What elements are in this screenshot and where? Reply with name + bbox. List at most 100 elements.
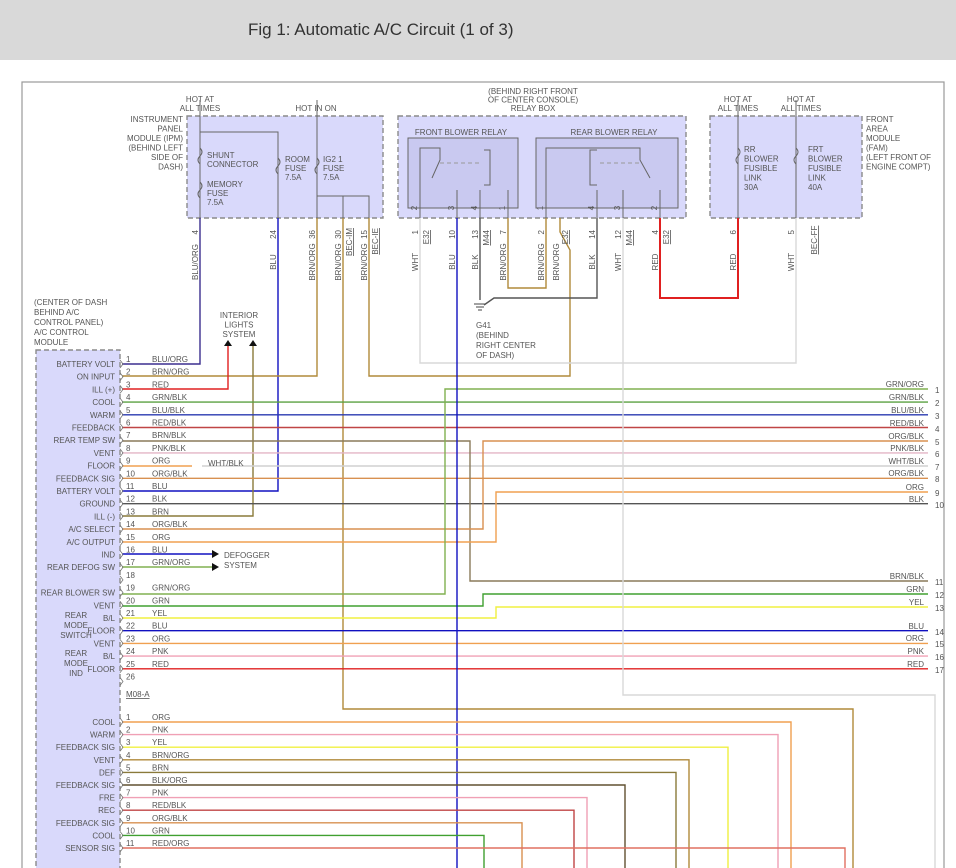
module-pin-function-label: IND — [101, 551, 115, 560]
module-pin-number: 20 — [126, 596, 135, 605]
rr-fusible-link-label: FUSIBLE — [744, 164, 777, 173]
module-connector-mark — [119, 562, 124, 572]
relay-wire-color-label: WHT — [411, 253, 420, 271]
module-connector-mark — [119, 780, 124, 790]
module-connector-mark — [119, 588, 124, 597]
rear-mode-ind-label: IND — [69, 669, 83, 678]
module-pin-number: 2 — [126, 726, 131, 735]
module-wire-color-label: RED/BLK — [152, 801, 187, 810]
relay-connector-label: E32 — [422, 229, 431, 244]
ig2-fuse-label: FUSE — [323, 164, 344, 173]
module-pin-function-label: WARM — [90, 731, 115, 740]
module-wire-color-label: BRN — [152, 507, 169, 516]
module-pin-function-label: B/L — [103, 614, 116, 623]
module-wire-color-label: BLK/ORG — [152, 776, 188, 785]
module-pin-number: 16 — [126, 546, 135, 555]
module-pin-function-label: FRE — [99, 794, 115, 803]
fam-name-label: (FAM) — [866, 144, 888, 153]
module-pin-function-label: A/C SELECT — [68, 525, 115, 534]
frt-fusible-link-label: LINK — [808, 174, 826, 183]
ac-control-module-label: CONTROL PANEL) — [34, 318, 104, 327]
ipm-wire-color-label: BLU/ORG — [191, 244, 200, 280]
ipm-wire-color-label: BRN/ORG — [334, 243, 343, 280]
module-wire-color-label: YEL — [152, 609, 168, 618]
module-wire-color-label: PNK/BLK — [152, 444, 186, 453]
module-pin-number: 9 — [126, 814, 131, 823]
module-pin-function-label: WARM — [90, 411, 115, 420]
relay-pin-number: 14 — [588, 229, 597, 238]
interior-lights-system-label: LIGHTS — [225, 321, 254, 330]
relay-inner-pin-number: 2 — [410, 205, 419, 210]
fam-name-label: (LEFT FRONT OF — [866, 153, 931, 162]
module-pin-function-label: B/L — [103, 652, 116, 661]
right-ref-number: 4 — [935, 425, 940, 434]
module-pin-function-label: FEEDBACK SIG — [56, 474, 115, 483]
interior-lights-system-label: INTERIOR — [220, 311, 258, 320]
hot-at-all-times-label: ALL TIMES — [781, 104, 821, 113]
rr-fusible-link-label: 30A — [744, 183, 759, 192]
right-ref-color-label: GRN — [906, 585, 924, 594]
room-fuse-label: ROOM — [285, 155, 310, 164]
fam-pin-number: 5 — [787, 229, 796, 234]
relay-pin-number: 10 — [448, 229, 457, 238]
right-ref-color-label: GRN/BLK — [889, 393, 925, 402]
right-ref-number: 15 — [935, 640, 944, 649]
defogger-arrow-icon — [212, 563, 219, 571]
module-pin-number: 10 — [126, 469, 135, 478]
module-wire-color-label: ORG/BLK — [152, 520, 188, 529]
module-pin-function-label: FLOOR — [87, 462, 115, 471]
right-ref-number: 12 — [935, 591, 944, 600]
wire-wht-12 — [622, 218, 936, 868]
relay-pin-number: 13 — [471, 229, 480, 238]
module-connector-mark — [119, 651, 124, 661]
module-pin-function-label: SENSOR SIG — [65, 844, 115, 853]
relay-wire-color-label: RED — [651, 253, 660, 270]
relay-inner-pin-number: 2 — [650, 205, 659, 210]
relay-wire-color-label: BRN/ORG — [552, 243, 561, 280]
ipm-pin-number: 24 — [269, 229, 278, 238]
relay-inner-pin-number: 1 — [498, 205, 507, 210]
module-wire-color-label: PNK — [152, 789, 169, 798]
ground-location-label: OF DASH) — [476, 351, 515, 360]
module-pin-function-label: FEEDBACK — [72, 424, 116, 433]
front-blower-relay-label: FRONT BLOWER RELAY — [415, 128, 508, 137]
ipm-name-label: MODULE (IPM) — [127, 134, 183, 143]
module-wire-color-label: ORG — [152, 634, 170, 643]
relay-inner-pin-number: 4 — [470, 205, 479, 210]
right-ref-color-label: ORG/BLK — [888, 432, 924, 441]
fam-name-label: AREA — [866, 125, 888, 134]
module-pin-number: 8 — [126, 801, 131, 810]
module-pin-function-label: ILL (+) — [92, 385, 115, 394]
module-pin-function-label: BATTERY VOLT — [56, 487, 115, 496]
ipm-name-label: DASH) — [158, 163, 183, 172]
relay-pin-number: 2 — [537, 229, 546, 234]
ipm-pin-number: 36 — [308, 229, 317, 238]
shunt-connector-label: CONNECTOR — [207, 160, 259, 169]
right-ref-number: 8 — [935, 475, 940, 484]
module-pin-number: 7 — [126, 789, 131, 798]
right-ref-color-label: BRN/BLK — [890, 572, 925, 581]
module-wire-color-label: BRN/BLK — [152, 431, 187, 440]
module-pin-number: 21 — [126, 609, 135, 618]
defogger-system-label: SYSTEM — [224, 561, 257, 570]
right-ref-color-label: ORG — [906, 483, 924, 492]
module-pin-number: 11 — [126, 482, 135, 491]
module-pin-function-label: ON INPUT — [77, 373, 115, 382]
hot-at-all-times-label: ALL TIMES — [718, 104, 758, 113]
right-ref-color-label: WHT/BLK — [888, 457, 924, 466]
module-connector-mark — [119, 524, 124, 534]
module-wire-color-label: ORG/BLK — [152, 469, 188, 478]
module-pin-number: 15 — [126, 533, 135, 542]
module-pin-number: 24 — [126, 647, 135, 656]
module-pin-number: 23 — [126, 634, 135, 643]
module-pin-number: 1 — [126, 713, 131, 722]
relay-wire-color-label: BLK — [588, 254, 597, 270]
module-wire-color-label: PNK — [152, 647, 169, 656]
module-pin-number: 4 — [126, 751, 131, 760]
ipm-connector-label: BEC-IM — [345, 228, 354, 256]
module-pin-function-label: VENT — [94, 601, 115, 610]
ipm-pin-number: 15 — [360, 229, 369, 238]
ipm-pin-number: 30 — [334, 229, 343, 238]
ac-control-module-label: A/C CONTROL — [34, 328, 89, 337]
right-ref-number: 13 — [935, 604, 944, 613]
